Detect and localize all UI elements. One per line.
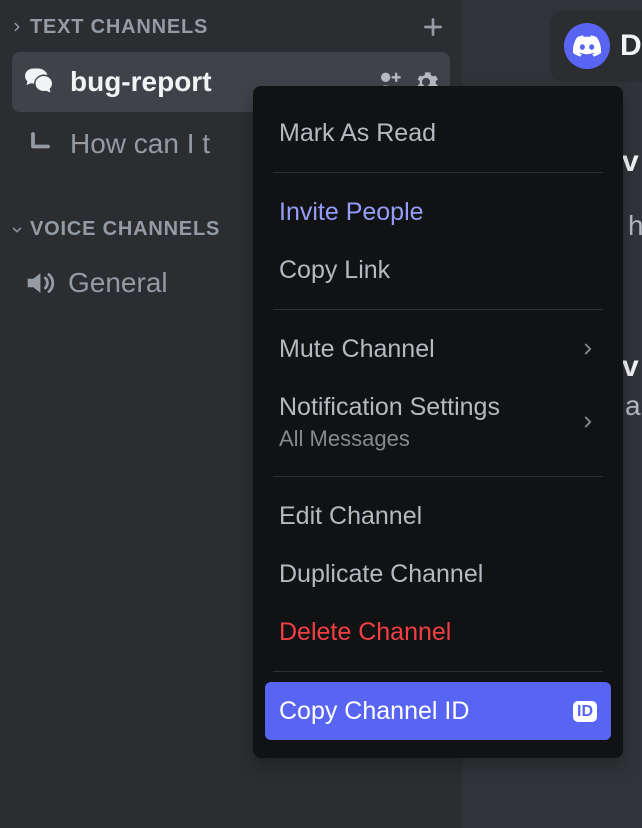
menu-item-label: Edit Channel [279, 501, 422, 531]
thread-icon [28, 129, 58, 159]
menu-item-label: Invite People [279, 197, 424, 227]
discord-logo-icon [564, 23, 610, 69]
menu-item-label: Mark As Read [279, 118, 436, 148]
truncated-text: h [628, 210, 642, 242]
menu-copy-channel-id[interactable]: Copy Channel ID ID [265, 682, 611, 740]
menu-item-sublabel: All Messages [279, 426, 500, 452]
chevron-right-icon [579, 340, 597, 358]
truncated-text: v [622, 145, 639, 179]
menu-duplicate-channel[interactable]: Duplicate Channel [265, 545, 611, 603]
menu-mark-as-read[interactable]: Mark As Read [265, 104, 611, 162]
menu-separator [273, 671, 603, 672]
chevron-right-icon [579, 413, 597, 431]
menu-item-label: Duplicate Channel [279, 559, 483, 589]
menu-copy-link[interactable]: Copy Link [265, 241, 611, 299]
text-channels-header[interactable]: TEXT CHANNELS [0, 4, 462, 50]
speaker-icon [22, 266, 56, 300]
server-header-badge[interactable]: Di [550, 10, 642, 82]
menu-notification-settings[interactable]: Notification Settings All Messages [265, 378, 611, 466]
section-label: TEXT CHANNELS [30, 16, 420, 39]
menu-delete-channel[interactable]: Delete Channel [265, 603, 611, 661]
add-channel-button[interactable] [420, 14, 446, 40]
truncated-text: v [622, 350, 639, 384]
menu-edit-channel[interactable]: Edit Channel [265, 487, 611, 545]
menu-separator [273, 172, 603, 173]
menu-separator [273, 476, 603, 477]
menu-item-label: Copy Link [279, 255, 390, 285]
chevron-down-icon [4, 223, 30, 237]
truncated-text: a [625, 390, 641, 422]
menu-mute-channel[interactable]: Mute Channel [265, 320, 611, 378]
menu-item-label: Notification Settings [279, 392, 500, 422]
menu-invite-people[interactable]: Invite People [265, 183, 611, 241]
menu-item-label: Copy Channel ID [279, 696, 469, 726]
forum-channel-icon [22, 64, 58, 100]
channel-context-menu: Mark As Read Invite People Copy Link Mut… [253, 86, 623, 758]
menu-item-label: Delete Channel [279, 617, 451, 647]
id-badge-icon: ID [573, 701, 597, 722]
menu-item-label: Mute Channel [279, 334, 435, 364]
chevron-right-icon [4, 20, 30, 34]
menu-separator [273, 309, 603, 310]
server-header-text: Di [620, 29, 642, 63]
